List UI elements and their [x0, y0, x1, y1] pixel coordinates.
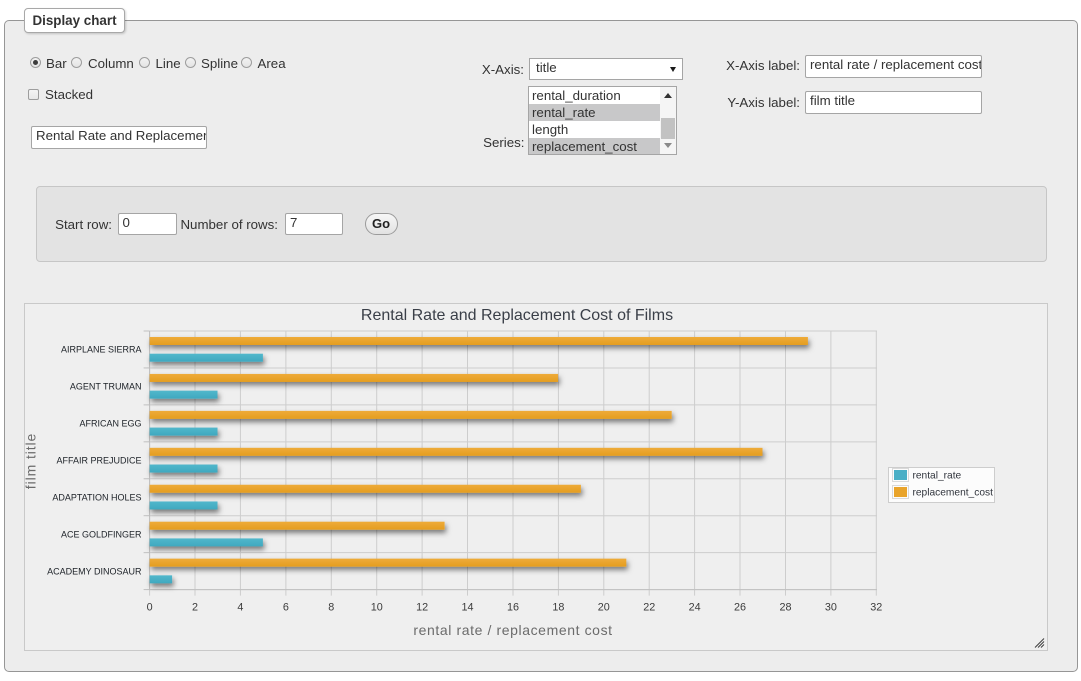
svg-text:0: 0	[147, 601, 153, 613]
svg-text:rental_rate: rental_rate	[913, 471, 962, 482]
svg-text:12: 12	[416, 601, 428, 613]
svg-text:24: 24	[689, 601, 701, 613]
svg-text:22: 22	[643, 601, 655, 613]
svg-text:AGENT TRUMAN: AGENT TRUMAN	[70, 382, 142, 392]
svg-text:10: 10	[371, 601, 383, 613]
svg-text:rental rate / replacement cost: rental rate / replacement cost	[413, 622, 612, 638]
svg-text:30: 30	[825, 601, 837, 613]
svg-text:18: 18	[552, 601, 564, 613]
svg-text:AFRICAN EGG: AFRICAN EGG	[79, 419, 141, 429]
svg-text:4: 4	[237, 601, 243, 613]
svg-text:ACE GOLDFINGER: ACE GOLDFINGER	[61, 529, 142, 539]
svg-text:26: 26	[734, 601, 746, 613]
svg-text:14: 14	[461, 601, 473, 613]
svg-text:AFFAIR PREJUDICE: AFFAIR PREJUDICE	[56, 456, 141, 466]
svg-text:16: 16	[507, 601, 519, 613]
svg-text:replacement_cost: replacement_cost	[913, 488, 994, 499]
svg-text:film title: film title	[25, 433, 39, 489]
svg-text:2: 2	[192, 601, 198, 613]
svg-text:20: 20	[598, 601, 610, 613]
svg-text:ADAPTATION HOLES: ADAPTATION HOLES	[52, 492, 141, 502]
svg-text:32: 32	[870, 601, 882, 613]
svg-text:AIRPLANE SIERRA: AIRPLANE SIERRA	[61, 345, 142, 355]
svg-text:Rental Rate and Replacement Co: Rental Rate and Replacement Cost of Film…	[361, 307, 673, 324]
svg-text:ACADEMY DINOSAUR: ACADEMY DINOSAUR	[47, 566, 142, 576]
svg-text:8: 8	[328, 601, 334, 613]
svg-text:6: 6	[283, 601, 289, 613]
svg-text:28: 28	[779, 601, 791, 613]
